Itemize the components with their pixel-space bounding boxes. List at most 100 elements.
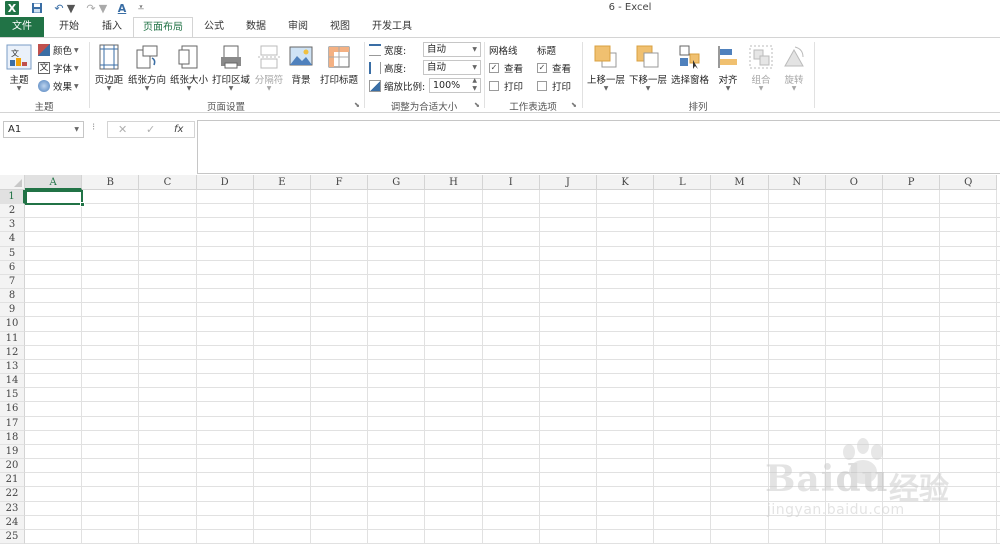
row-header-22[interactable]: 22 <box>0 487 25 502</box>
effects-button[interactable]: 效果 ▼ <box>38 78 79 94</box>
background-button[interactable]: 背景 <box>286 42 316 96</box>
width-dropdown-icon: ▼ <box>472 46 477 53</box>
margins-icon <box>99 44 119 70</box>
font-color-icon[interactable]: A <box>115 1 129 15</box>
column-header-i[interactable]: I <box>482 175 540 190</box>
group-button[interactable]: 组合 ▼ <box>746 42 776 96</box>
insert-function-icon[interactable]: fx <box>174 124 183 135</box>
row-header-7[interactable]: 7 <box>0 274 25 290</box>
row-header-5[interactable]: 5 <box>0 246 25 261</box>
themes-button[interactable]: 文 主题 ▼ <box>3 42 35 96</box>
row-header-9[interactable]: 9 <box>0 303 25 318</box>
row-header-8[interactable]: 8 <box>0 289 25 304</box>
tab-data[interactable]: 数据 <box>236 17 276 37</box>
row-header-21[interactable]: 21 <box>0 473 25 488</box>
row-header-14[interactable]: 14 <box>0 374 25 389</box>
row-header-6[interactable]: 6 <box>0 260 25 275</box>
bring-forward-button[interactable]: 上移一层 ▼ <box>585 42 627 96</box>
column-header-g[interactable]: G <box>368 175 426 190</box>
column-header-f[interactable]: F <box>311 175 369 190</box>
column-header-n[interactable]: N <box>768 175 826 190</box>
column-header-b[interactable]: B <box>82 175 140 190</box>
fill-handle[interactable] <box>80 202 85 207</box>
column-header-d[interactable]: D <box>196 175 254 190</box>
column-header-a[interactable]: A <box>25 175 83 190</box>
breaks-button[interactable]: 分隔符 ▼ <box>252 42 286 96</box>
margins-button[interactable]: 页边距 ▼ <box>92 42 126 96</box>
height-select[interactable]: 自动 ▼ <box>423 60 481 75</box>
column-header-p[interactable]: P <box>883 175 941 190</box>
gridlines-view-checkbox[interactable]: ✓ 查看 <box>489 60 523 76</box>
background-icon <box>289 46 313 66</box>
tab-view[interactable]: 视图 <box>320 17 360 37</box>
row-header-20[interactable]: 20 <box>0 459 25 474</box>
fonts-button[interactable]: 文 字体 ▼ <box>38 60 79 76</box>
row-header-1[interactable]: 1 <box>0 190 25 205</box>
selection-pane-button[interactable]: 选择窗格 <box>669 42 711 96</box>
undo-dropdown-icon[interactable]: ▼ <box>67 1 75 15</box>
row-header-3[interactable]: 3 <box>0 218 25 233</box>
print-area-button[interactable]: 打印区域 ▼ <box>210 42 252 96</box>
width-select[interactable]: 自动 ▼ <box>423 42 481 57</box>
column-header-o[interactable]: O <box>825 175 883 190</box>
page-setup-launcher-icon[interactable]: ⬊ <box>354 101 362 109</box>
send-backward-button[interactable]: 下移一层 ▼ <box>627 42 669 96</box>
row-header-2[interactable]: 2 <box>0 204 25 219</box>
gridlines-print-checkbox[interactable]: 打印 <box>489 78 523 94</box>
tab-page-layout[interactable]: 页面布局 <box>133 17 193 38</box>
row-header-18[interactable]: 18 <box>0 430 25 445</box>
scale-spinner[interactable]: 100% ▲ ▼ <box>429 77 481 93</box>
rotate-button[interactable]: 旋转 ▼ <box>779 42 809 96</box>
colors-icon <box>38 44 50 56</box>
undo-icon[interactable]: ↶ <box>52 1 66 15</box>
headings-print-checkbox[interactable]: 打印 <box>537 78 571 94</box>
column-header-l[interactable]: L <box>654 175 712 190</box>
row-header-23[interactable]: 23 <box>0 501 25 516</box>
colors-button[interactable]: 颜色 ▼ <box>38 42 79 58</box>
sheet-options-launcher-icon[interactable]: ⬊ <box>571 101 579 109</box>
column-header-c[interactable]: C <box>139 175 197 190</box>
tab-developer[interactable]: 开发工具 <box>364 17 420 37</box>
tab-insert[interactable]: 插入 <box>91 17 133 37</box>
column-header-j[interactable]: J <box>539 175 597 190</box>
row-header-13[interactable]: 13 <box>0 359 25 375</box>
column-header-m[interactable]: M <box>711 175 769 190</box>
redo-icon[interactable]: ↷ <box>84 1 98 15</box>
row-header-16[interactable]: 16 <box>0 402 25 417</box>
tab-file[interactable]: 文件 <box>0 17 44 37</box>
headings-view-checkbox[interactable]: ✓ 查看 <box>537 60 571 76</box>
customize-toolbar-icon[interactable]: ⩡ <box>137 1 145 15</box>
formula-input[interactable] <box>197 120 1000 174</box>
orientation-button[interactable]: 纸张方向 ▼ <box>126 42 168 96</box>
row-header-12[interactable]: 12 <box>0 345 25 360</box>
column-header-h[interactable]: H <box>425 175 483 190</box>
select-all-button[interactable] <box>0 175 25 190</box>
row-header-15[interactable]: 15 <box>0 388 25 403</box>
save-icon[interactable] <box>30 1 44 15</box>
tab-review[interactable]: 审阅 <box>278 17 318 37</box>
row-header-19[interactable]: 19 <box>0 444 25 460</box>
column-header-e[interactable]: E <box>253 175 311 190</box>
align-button[interactable]: 对齐 ▼ <box>713 42 743 96</box>
active-cell-a1[interactable] <box>25 190 85 207</box>
row-header-17[interactable]: 17 <box>0 416 25 431</box>
row-header-4[interactable]: 4 <box>0 232 25 247</box>
cancel-icon[interactable]: ✕ <box>118 123 127 136</box>
enter-icon[interactable]: ✓ <box>146 123 155 136</box>
name-box[interactable]: A1 ▼ <box>3 121 84 138</box>
redo-dropdown-icon[interactable]: ▼ <box>99 1 107 15</box>
row-header-25[interactable]: 25 <box>0 529 25 544</box>
align-icon <box>718 46 737 68</box>
size-button[interactable]: 纸张大小 ▼ <box>168 42 210 96</box>
row-header-11[interactable]: 11 <box>0 331 25 346</box>
scale-to-fit-launcher-icon[interactable]: ⬊ <box>474 101 482 109</box>
row-header-10[interactable]: 10 <box>0 317 25 332</box>
tab-formulas[interactable]: 公式 <box>194 17 234 37</box>
column-header-q[interactable]: Q <box>940 175 998 190</box>
print-titles-button[interactable]: 打印标题 <box>318 42 360 96</box>
row-header-24[interactable]: 24 <box>0 515 25 530</box>
tab-home[interactable]: 开始 <box>48 17 90 37</box>
column-header-k[interactable]: K <box>597 175 655 190</box>
formula-bar-grip-icon[interactable]: ⁝ <box>92 122 95 133</box>
width-value: 自动 <box>427 44 447 55</box>
